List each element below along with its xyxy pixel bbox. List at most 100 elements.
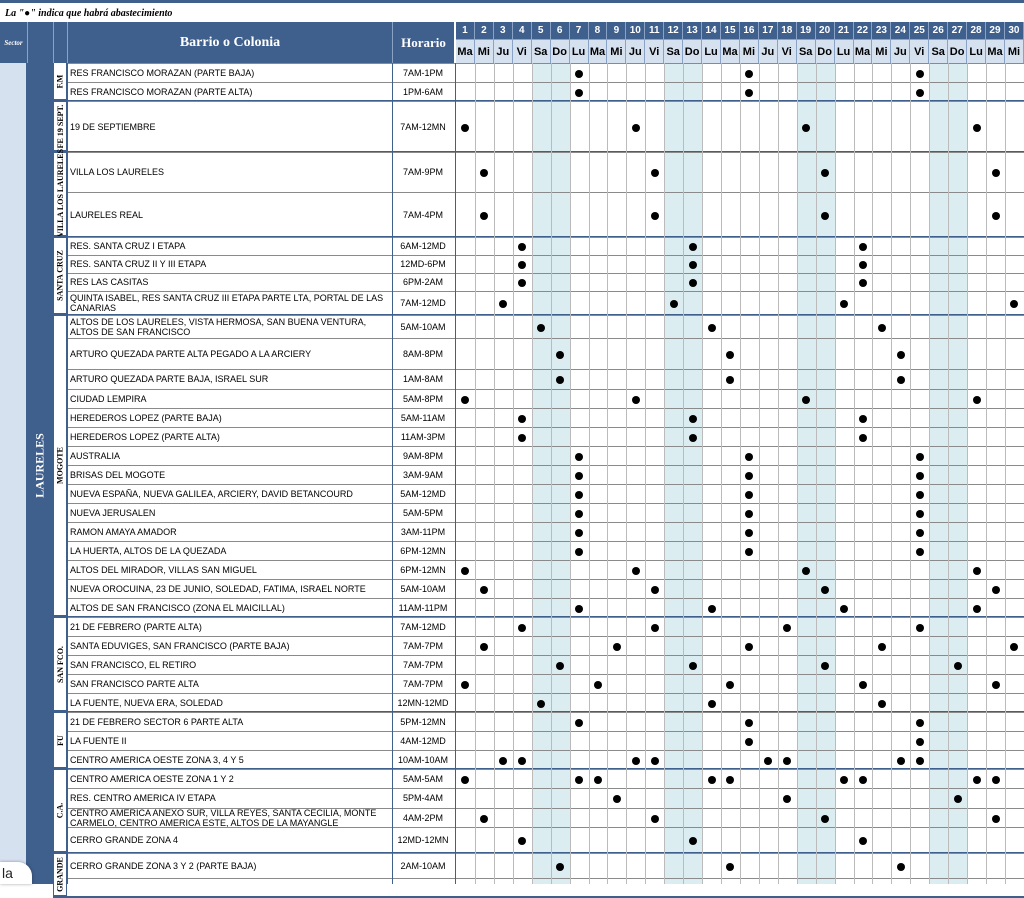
row-barrio: HEREDEROS LOPEZ (PARTE BAJA) xyxy=(67,408,392,427)
supply-dot xyxy=(840,300,848,308)
supply-dot xyxy=(897,757,905,765)
row-barrio: SAN FRANCISCO PARTE ALTA xyxy=(67,674,392,693)
row-horario: 7AM-7PM xyxy=(392,655,454,674)
row-horario: 6PM-12MN xyxy=(392,560,454,579)
header-date: 17 xyxy=(759,22,778,39)
header-date: 1 xyxy=(456,22,475,39)
row-horario: 7AM-7PM xyxy=(392,674,454,693)
supply-dot xyxy=(916,738,924,746)
header-sector: Sector xyxy=(0,22,27,63)
header-date: 22 xyxy=(854,22,873,39)
supply-dot xyxy=(745,529,753,537)
supply-dot xyxy=(916,453,924,461)
header-day: Ju xyxy=(891,39,910,63)
header-zone xyxy=(27,22,53,63)
supply-dot xyxy=(575,453,583,461)
header-day: Vi xyxy=(645,39,664,63)
header-barrio: Barrio o Colonia xyxy=(67,22,392,63)
supply-dot xyxy=(499,300,507,308)
col-line xyxy=(797,63,798,884)
supply-dot xyxy=(708,776,716,784)
row-barrio: ALTOS DE LOS LAURELES, VISTA HERMOSA, SA… xyxy=(67,315,392,338)
row-horario: 5AM-5PM xyxy=(392,503,454,522)
header-day: Mi xyxy=(1005,39,1024,63)
header-date: 27 xyxy=(948,22,967,39)
row-horario: 5AM-8PM xyxy=(392,389,454,408)
supply-dot xyxy=(840,776,848,784)
supply-dot xyxy=(518,434,526,442)
row-barrio: HEREDEROS LOPEZ (PARTE ALTA) xyxy=(67,427,392,446)
row-barrio: RES FRANCISCO MORAZAN (PARTE BAJA) xyxy=(67,63,392,82)
col-line xyxy=(683,63,684,884)
header-day: Vi xyxy=(910,39,929,63)
supply-dot xyxy=(575,776,583,784)
supply-dot xyxy=(859,837,867,845)
row-horario: 6PM-12MN xyxy=(392,541,454,560)
row-horario: 5AM-12MD xyxy=(392,484,454,503)
header-date: 18 xyxy=(778,22,797,39)
header-date: 3 xyxy=(494,22,513,39)
group-label: MOGOTE xyxy=(56,315,65,617)
row-barrio: BRISAS DEL MOGOTE xyxy=(67,465,392,484)
supply-dot xyxy=(840,605,848,613)
supply-dot xyxy=(859,243,867,251)
supply-dot xyxy=(708,700,716,708)
schedule-table: SectorBarrio o ColoniaHorario1Ma2Mi3Ju4V… xyxy=(0,0,1024,884)
row-horario: 4AM-2PM xyxy=(392,808,454,827)
col-line xyxy=(570,63,571,884)
supply-dot xyxy=(916,491,924,499)
header-date: 14 xyxy=(702,22,721,39)
supply-dot xyxy=(480,212,488,220)
row-horario: 4AM-12MD xyxy=(392,731,454,750)
supply-dot xyxy=(632,396,640,404)
header-date: 11 xyxy=(645,22,664,39)
row-barrio: CENTRO AMERICA ANEXO SUR, VILLA REYES, S… xyxy=(67,808,392,827)
row-horario: 5AM-10AM xyxy=(392,579,454,598)
row-horario: 5AM-10AM xyxy=(392,315,454,338)
supply-dot xyxy=(575,719,583,727)
supply-dot xyxy=(992,681,1000,689)
weekend-column xyxy=(551,63,570,884)
supply-dot xyxy=(556,863,564,871)
row-barrio: LA HUERTA, ALTOS DE LA QUEZADA xyxy=(67,541,392,560)
row-horario: 2AM-10AM xyxy=(392,853,454,878)
supply-dot xyxy=(992,169,1000,177)
supply-dot xyxy=(859,776,867,784)
header-day: Ma xyxy=(854,39,873,63)
col-line xyxy=(455,63,456,884)
supply-dot xyxy=(651,169,659,177)
header-date: 8 xyxy=(589,22,608,39)
row-barrio: ARTURO QUEZADA PARTE BAJA, ISRAEL SUR xyxy=(67,369,392,389)
group-label: FE 19 SEPT. xyxy=(56,101,65,152)
row-barrio: CENTRO AMERICA OESTE ZONA 3, 4 Y 5 xyxy=(67,750,392,769)
col-line xyxy=(664,63,665,884)
supply-dot xyxy=(689,837,697,845)
supply-dot xyxy=(802,567,810,575)
supply-dot xyxy=(689,662,697,670)
supply-dot xyxy=(916,89,924,97)
supply-dot xyxy=(518,243,526,251)
supply-dot xyxy=(708,324,716,332)
row-barrio: RES. CENTRO AMERICA IV ETAPA xyxy=(67,788,392,808)
row-horario: 11AM-11PM xyxy=(392,598,454,617)
supply-dot xyxy=(916,548,924,556)
supply-dot xyxy=(632,124,640,132)
row-horario: 3AM-9AM xyxy=(392,465,454,484)
row-barrio: CERRO GRANDE ZONA 4 xyxy=(67,827,392,853)
supply-dot xyxy=(916,472,924,480)
supply-dot xyxy=(859,434,867,442)
supply-dot xyxy=(575,548,583,556)
supply-dot xyxy=(992,815,1000,823)
supply-dot xyxy=(802,396,810,404)
header-day: Vi xyxy=(778,39,797,63)
supply-dot xyxy=(821,586,829,594)
supply-dot xyxy=(575,70,583,78)
header-date: 2 xyxy=(475,22,494,39)
header-day: Ju xyxy=(494,39,513,63)
row-horario: 10AM-10AM xyxy=(392,750,454,769)
row-horario: 12MD-12MN xyxy=(392,827,454,853)
supply-dot xyxy=(575,510,583,518)
supply-dot xyxy=(992,776,1000,784)
supply-dot xyxy=(745,491,753,499)
supply-dot xyxy=(745,510,753,518)
